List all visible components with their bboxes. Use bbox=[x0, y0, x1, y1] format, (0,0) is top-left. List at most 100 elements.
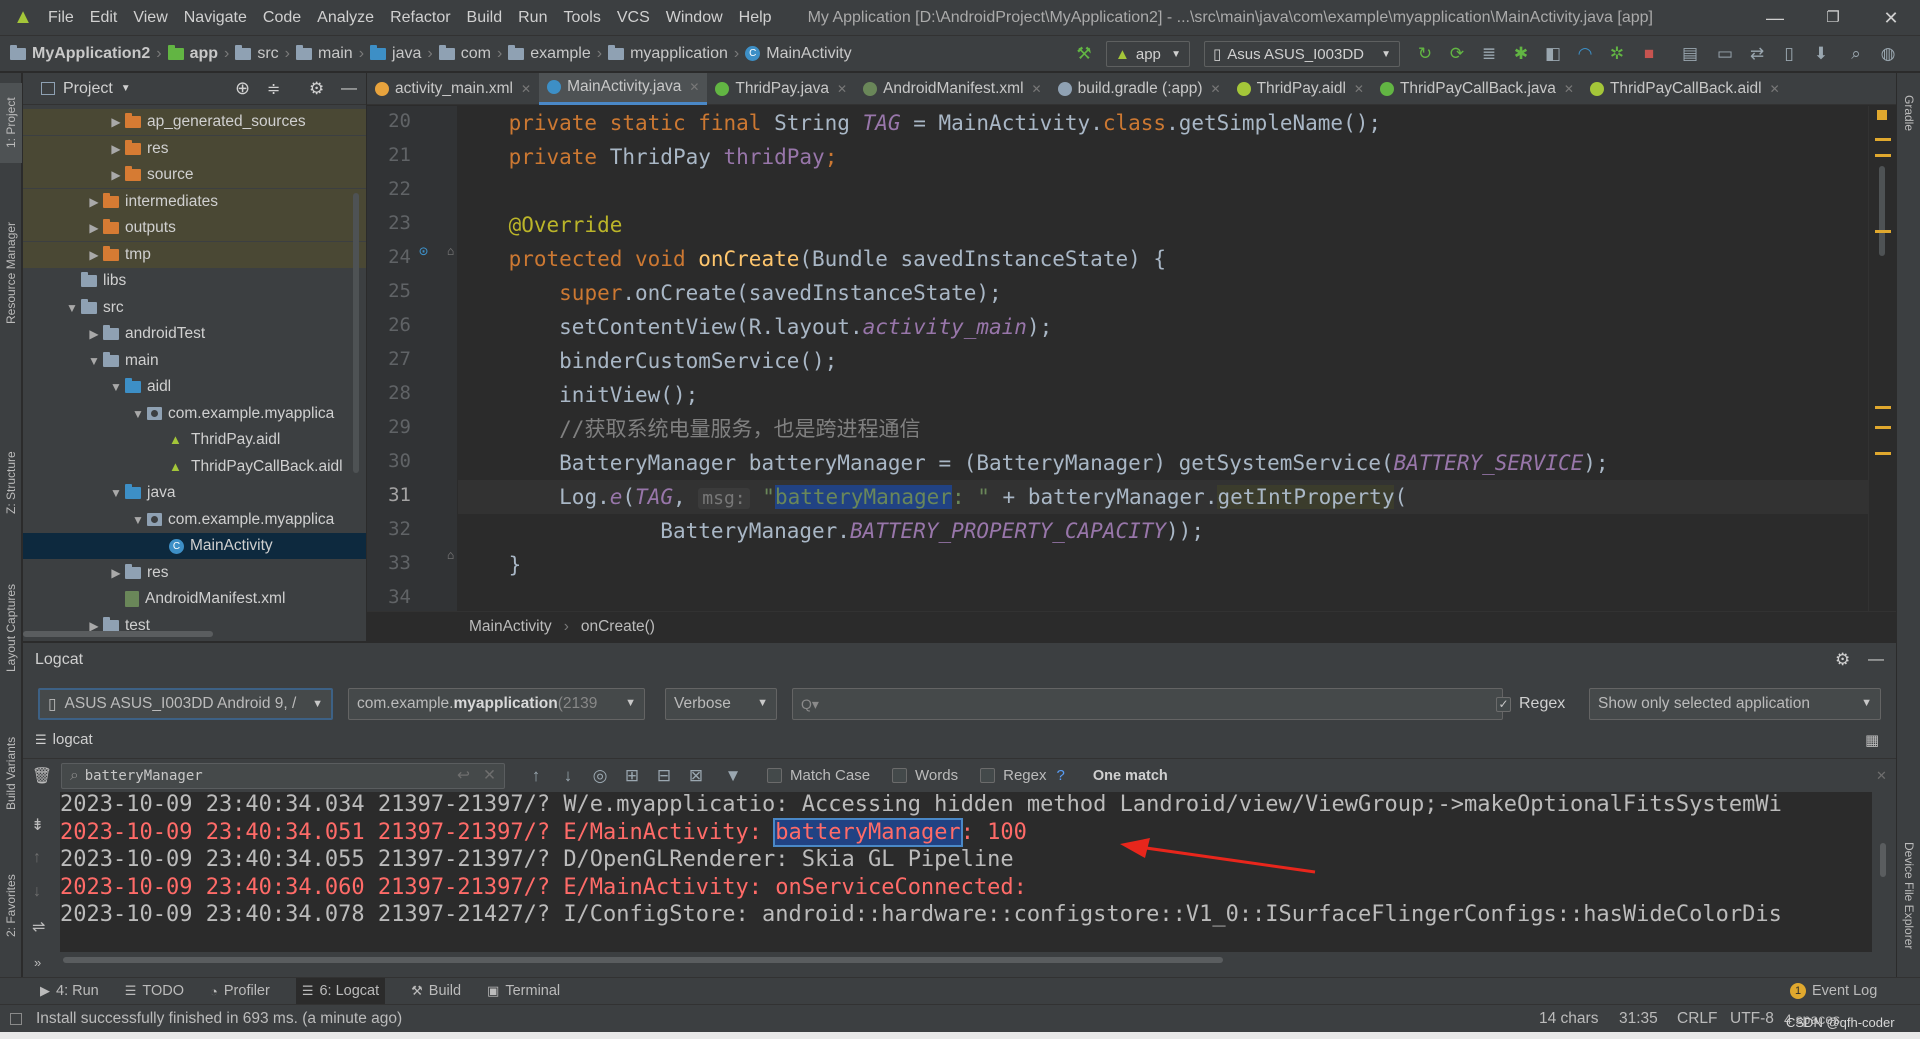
project-structure-icon[interactable]: ▤ bbox=[1679, 43, 1701, 65]
expand-right-icon[interactable]: ▶ bbox=[107, 142, 125, 156]
checkbox-unchecked-icon[interactable] bbox=[767, 768, 782, 783]
breadcrumb-item[interactable]: com › bbox=[438, 44, 502, 63]
menu-navigate[interactable]: Navigate bbox=[176, 0, 255, 36]
warning-stripe-marker[interactable] bbox=[1875, 230, 1891, 233]
expand-down-icon[interactable]: ▼ bbox=[129, 407, 147, 421]
checkbox-checked-icon[interactable]: ✓ bbox=[1496, 696, 1511, 712]
menu-run[interactable]: Run bbox=[510, 0, 555, 36]
structure-tab[interactable]: Z: Structure bbox=[0, 433, 22, 533]
expand-down-icon[interactable]: ▼ bbox=[63, 301, 81, 315]
close-tab-icon[interactable]: ✕ bbox=[1354, 82, 1364, 96]
tree-item[interactable]: ▶ source bbox=[23, 162, 366, 188]
tree-item[interactable]: C MainActivity bbox=[23, 533, 366, 559]
find-in-all-icon[interactable]: ◎ bbox=[589, 765, 611, 787]
menu-edit[interactable]: Edit bbox=[82, 0, 126, 36]
regex-checkbox[interactable]: ✓ Regex bbox=[1496, 695, 1565, 713]
scroll-to-end-icon[interactable]: ⇟ bbox=[31, 815, 44, 835]
checkbox-unchecked-icon[interactable] bbox=[892, 768, 908, 783]
editor-tab[interactable]: MainActivity.java ✕ bbox=[539, 72, 708, 105]
breadcrumb-item[interactable]: example › bbox=[508, 44, 602, 63]
close-tab-icon[interactable]: ✕ bbox=[689, 80, 699, 94]
select-all-occurrences-icon[interactable]: ⊠ bbox=[685, 765, 707, 787]
run-list-icon[interactable]: ≣ bbox=[1478, 43, 1500, 65]
breadcrumb-item[interactable]: app › bbox=[167, 44, 229, 63]
editor-tab[interactable]: ThridPayCallBack.aidl ✕ bbox=[1582, 73, 1788, 105]
tree-item[interactable]: libs bbox=[23, 268, 366, 294]
tool-window-todo[interactable]: ☰ TODO bbox=[125, 983, 184, 999]
apply-changes-icon[interactable]: ⟳ bbox=[1446, 43, 1468, 65]
sync-gradle-icon[interactable]: ⇄ bbox=[1746, 43, 1768, 65]
editor-tab[interactable]: build.gradle (:app) ✕ bbox=[1050, 73, 1229, 105]
locate-icon[interactable]: ⊕ bbox=[235, 78, 250, 99]
remove-occurrence-icon[interactable]: ⊟ bbox=[653, 765, 675, 787]
breadcrumb-item[interactable]: MyApplication2 › bbox=[10, 44, 162, 63]
breadcrumb-method[interactable]: onCreate() bbox=[581, 618, 655, 636]
warning-stripe-marker[interactable] bbox=[1875, 154, 1891, 157]
expand-down-icon[interactable]: ▼ bbox=[107, 486, 125, 500]
project-view-select[interactable]: Project bbox=[63, 80, 113, 98]
layout-captures-tab[interactable]: Layout Captures bbox=[0, 568, 22, 688]
regex-help-link[interactable]: ? bbox=[1056, 767, 1064, 784]
editor-tab[interactable]: ThridPay.aidl ✕ bbox=[1229, 73, 1372, 105]
close-tab-icon[interactable]: ✕ bbox=[1564, 82, 1574, 96]
logcat-output[interactable]: 2023-10-09 23:40:34.034 21397-21397/? W/… bbox=[60, 792, 1872, 952]
tree-item[interactable]: ▼ main bbox=[23, 348, 366, 374]
device-dropdown[interactable]: ▯ ASUS ASUS_I003DD Android 9, / ▼ bbox=[38, 688, 333, 720]
editor-tab[interactable]: activity_main.xml ✕ bbox=[367, 73, 539, 105]
tool-window-build[interactable]: ⚒ Build bbox=[411, 983, 461, 999]
expand-right-icon[interactable]: ▶ bbox=[85, 221, 103, 235]
hide-panel-icon[interactable]: — bbox=[341, 80, 357, 98]
file-encoding[interactable]: UTF-8 bbox=[1730, 1010, 1774, 1028]
tree-item[interactable]: ▲ ThridPayCallBack.aidl bbox=[23, 454, 366, 480]
match-case-checkbox[interactable]: Match Case bbox=[767, 767, 870, 784]
close-tab-icon[interactable]: ✕ bbox=[1211, 82, 1221, 96]
tree-item[interactable]: ▶ androidTest bbox=[23, 321, 366, 347]
gear-icon[interactable]: ⚙ bbox=[1835, 650, 1850, 670]
filter-config-dropdown[interactable]: Show only selected application ▼ bbox=[1589, 688, 1881, 720]
expand-right-icon[interactable]: ▶ bbox=[107, 168, 125, 182]
menu-refactor[interactable]: Refactor bbox=[382, 0, 458, 36]
breadcrumb-item[interactable]: main › bbox=[296, 44, 364, 63]
down-icon[interactable]: ↓ bbox=[33, 883, 41, 901]
close-tab-icon[interactable]: ✕ bbox=[1032, 82, 1042, 96]
previous-match-icon[interactable]: ↑ bbox=[525, 765, 547, 787]
warning-stripe-marker[interactable] bbox=[1875, 452, 1891, 455]
checkbox-unchecked-icon[interactable] bbox=[980, 768, 996, 783]
tree-horizontal-scrollbar[interactable] bbox=[23, 631, 213, 637]
device-file-explorer-tab[interactable]: Device File Explorer bbox=[1898, 811, 1920, 981]
logcat-search-input[interactable]: Q▾ bbox=[792, 688, 1503, 720]
editor-tab[interactable]: ThridPay.java ✕ bbox=[707, 73, 855, 105]
regex-find-checkbox[interactable]: Regex bbox=[980, 767, 1046, 784]
tree-item[interactable]: ▼ src bbox=[23, 295, 366, 321]
tool-window-terminal[interactable]: ▣ Terminal bbox=[487, 983, 560, 999]
expand-right-icon[interactable]: ▶ bbox=[85, 327, 103, 341]
status-toggle-icon[interactable] bbox=[10, 1012, 22, 1025]
tool-window-logcat[interactable]: ☰ 6: Logcat bbox=[295, 978, 386, 1004]
device-manager-icon[interactable]: ▭ bbox=[1714, 43, 1736, 65]
menu-analyze[interactable]: Analyze bbox=[309, 0, 382, 36]
tool-window-profiler[interactable]: ◔ Profiler bbox=[210, 983, 270, 999]
project-tool-tab[interactable]: 1: Project bbox=[0, 83, 22, 163]
layout-options-icon[interactable]: ▦ bbox=[1865, 731, 1879, 749]
device-select[interactable]: ▯ Asus ASUS_I003DD ▼ bbox=[1204, 41, 1400, 67]
tree-item[interactable]: ▼ com.example.myapplica bbox=[23, 507, 366, 533]
tree-item[interactable]: ▼ java bbox=[23, 480, 366, 506]
close-window-button[interactable]: ✕ bbox=[1862, 0, 1920, 36]
resource-manager-tab[interactable]: Resource Manager bbox=[0, 203, 22, 343]
tree-item[interactable]: ▶ res bbox=[23, 560, 366, 586]
event-log-button[interactable]: 1 Event Log bbox=[1790, 983, 1877, 999]
clear-search-icon[interactable]: ✕ bbox=[483, 766, 496, 785]
expand-right-icon[interactable]: ▶ bbox=[85, 195, 103, 209]
menu-code[interactable]: Code bbox=[255, 0, 309, 36]
log-level-dropdown[interactable]: Verbose ▼ bbox=[665, 688, 777, 720]
replace-icon[interactable]: ↩ bbox=[457, 766, 470, 785]
warning-stripe-marker[interactable] bbox=[1875, 406, 1891, 409]
menu-vcs[interactable]: VCS bbox=[609, 0, 658, 36]
tree-item[interactable]: ▶ res bbox=[23, 135, 366, 162]
breadcrumb-item[interactable]: C MainActivity bbox=[745, 45, 852, 63]
account-icon[interactable]: ◍ bbox=[1877, 43, 1899, 65]
warning-stripe-marker[interactable] bbox=[1875, 426, 1891, 429]
editor-tab[interactable]: AndroidManifest.xml ✕ bbox=[855, 73, 1049, 105]
close-tab-icon[interactable]: ✕ bbox=[837, 82, 847, 96]
add-occurrence-icon[interactable]: ⊞ bbox=[621, 765, 643, 787]
